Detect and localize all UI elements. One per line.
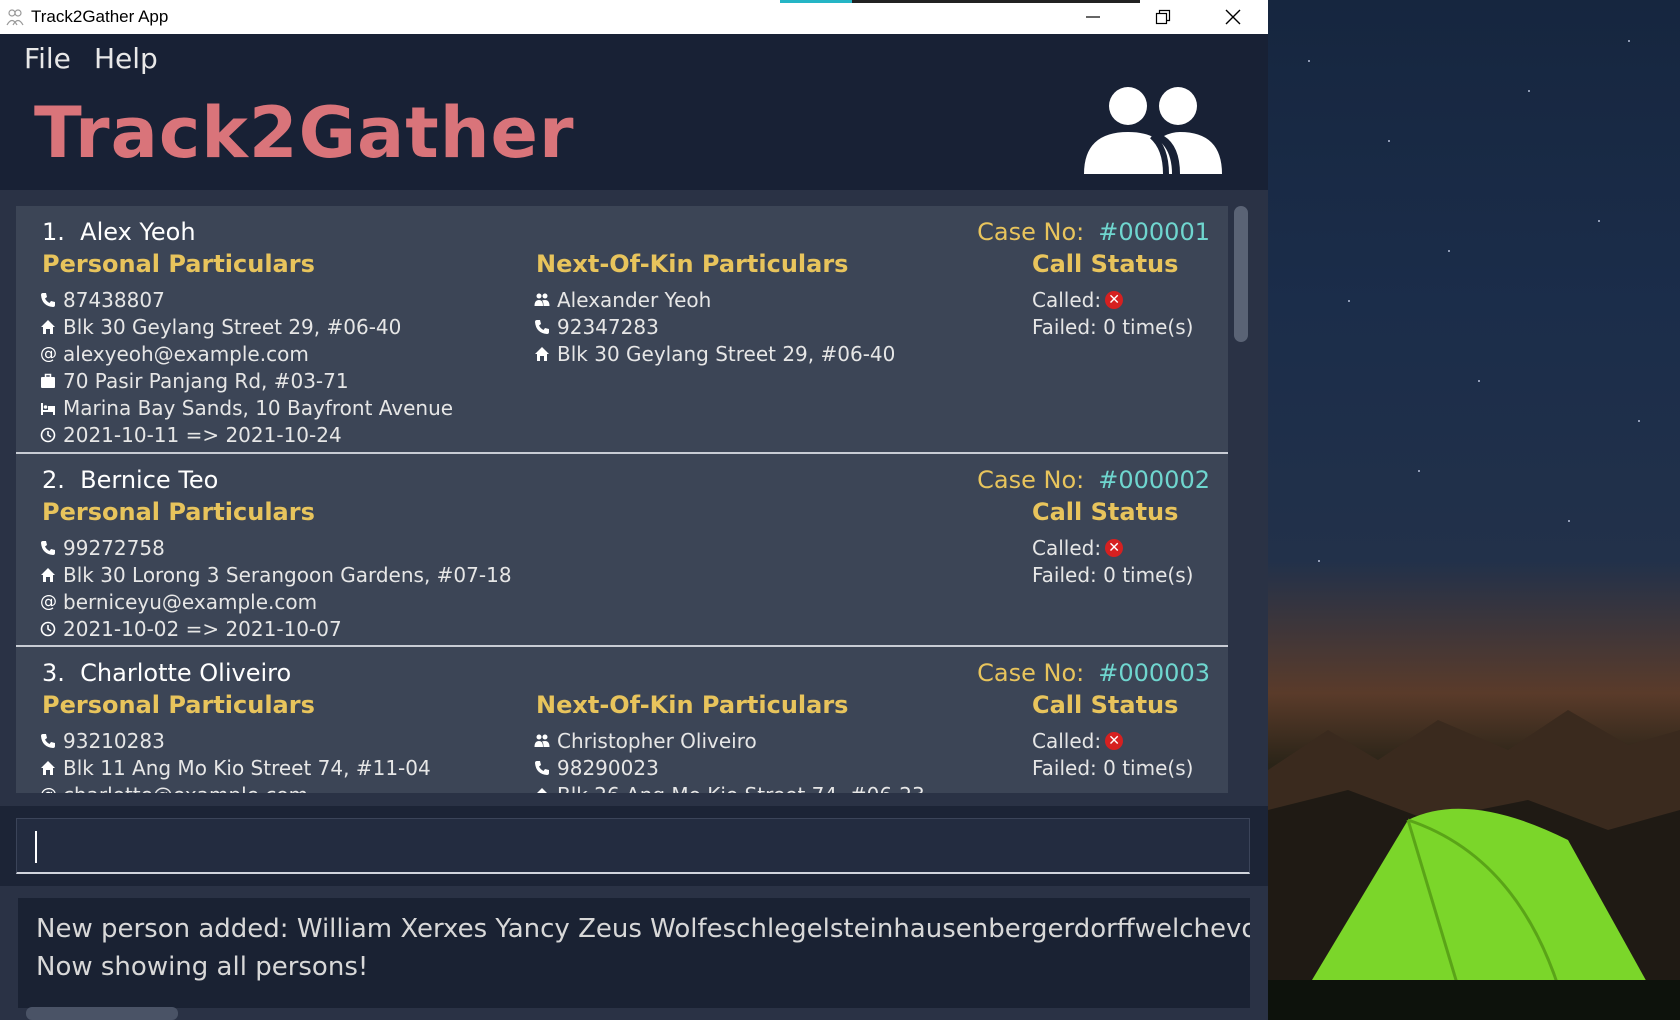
- quarantine-icon: [41, 402, 55, 415]
- email-icon: @: [40, 343, 57, 364]
- phone-icon: [41, 540, 55, 555]
- result-message: New person added: William Xerxes Yancy Z…: [36, 914, 1250, 982]
- group-icon: [1084, 87, 1222, 175]
- phone-icon: [41, 733, 55, 748]
- phone-line: 99272758: [40, 534, 165, 561]
- person-name: 3. Charlotte Oliveiro: [42, 659, 292, 687]
- command-input[interactable]: [16, 818, 1250, 874]
- case-number: Case No: #000003: [977, 659, 1210, 687]
- person-card[interactable]: 1. Alex Yeoh Case No: #000001 Personal Pa…: [16, 206, 1228, 454]
- phone-icon: [535, 319, 549, 334]
- list-scrollbar[interactable]: [1232, 206, 1250, 793]
- home-address-line: Blk 30 Lorong 3 Serangoon Gardens, #07-1…: [40, 561, 512, 588]
- nok-phone-line: 98290023: [534, 754, 659, 781]
- app-title: Track2Gather: [34, 92, 575, 174]
- menu-help[interactable]: Help: [94, 42, 158, 75]
- list-scrollbar-thumb[interactable]: [1234, 206, 1248, 342]
- minimize-button[interactable]: [1058, 0, 1128, 34]
- called-status-line: Called: ✕: [1032, 727, 1124, 754]
- home-icon: [41, 567, 55, 582]
- failed-calls-line: Failed: 0 time(s): [1032, 314, 1194, 339]
- result-horizontal-scrollbar[interactable]: [26, 1007, 178, 1020]
- nok-phone-line: 92347283: [534, 313, 659, 340]
- phone-line: 87438807: [40, 286, 165, 313]
- nok-name-line: Alexander Yeoh: [534, 286, 711, 313]
- close-button[interactable]: [1198, 0, 1268, 34]
- person-card[interactable]: 3. Charlotte Oliveiro Case No: #000003 Pe…: [16, 647, 1228, 793]
- restore-button[interactable]: [1128, 0, 1198, 34]
- next-of-kin-heading: Next-Of-Kin Particulars: [536, 250, 849, 278]
- person-name: 1. Alex Yeoh: [42, 218, 196, 246]
- result-panel: New person added: William Xerxes Yancy Z…: [0, 886, 1268, 1020]
- app-header: Track2Gather: [0, 86, 1268, 190]
- shn-period-line: 2021-10-11 => 2021-10-24: [40, 421, 342, 448]
- case-number: Case No: #000002: [977, 466, 1210, 494]
- phone-icon: [41, 292, 55, 307]
- title-bar[interactable]: Track2Gather App: [0, 0, 1268, 34]
- tent-landscape-image: [1268, 710, 1680, 1020]
- failed-calls-line: Failed: 0 time(s): [1032, 562, 1194, 587]
- minimize-icon: [1086, 16, 1100, 18]
- nok-name-line: Christopher Oliveiro: [534, 727, 757, 754]
- work-icon: [41, 373, 55, 388]
- call-status-heading: Call Status: [1032, 691, 1179, 719]
- person-list[interactable]: 1. Alex Yeoh Case No: #000001 Personal Pa…: [16, 206, 1228, 793]
- failed-calls-line: Failed: 0 time(s): [1032, 755, 1194, 780]
- person-name: 2. Bernice Teo: [42, 466, 219, 494]
- personal-particulars-heading: Personal Particulars: [42, 250, 315, 278]
- person-card[interactable]: 2. Bernice Teo Case No: #000002 Personal …: [16, 454, 1228, 647]
- menu-bar: File Help: [0, 34, 1268, 86]
- personal-particulars-heading: Personal Particulars: [42, 498, 315, 526]
- text-caret: [35, 831, 37, 863]
- app-icon: [6, 9, 24, 26]
- close-icon: [1225, 9, 1241, 25]
- called-cross-icon: ✕: [1105, 538, 1124, 557]
- called-cross-icon: ✕: [1105, 290, 1124, 309]
- personal-particulars-heading: Personal Particulars: [42, 691, 315, 719]
- app-window: Track2Gather App File Help Track2Gather: [0, 0, 1268, 1020]
- call-status-heading: Call Status: [1032, 250, 1179, 278]
- clock-icon: [40, 621, 56, 636]
- email-line: @ alexyeoh@example.com: [40, 341, 309, 366]
- family-icon: [534, 734, 550, 747]
- next-of-kin-heading: Next-Of-Kin Particulars: [536, 691, 849, 719]
- restore-icon: [1155, 9, 1171, 25]
- home-icon: [41, 760, 55, 775]
- home-icon: [41, 319, 55, 334]
- email-line: @ charlotte@example.com: [40, 781, 308, 794]
- nok-address-line: Blk 26 Ang Mo Kio Street 74, #06-23: [534, 781, 925, 793]
- called-status-line: Called: ✕: [1032, 534, 1124, 561]
- command-panel: [0, 806, 1268, 886]
- clock-icon: [40, 427, 56, 442]
- email-line: @ berniceyu@example.com: [40, 589, 318, 614]
- nok-address-line: Blk 30 Geylang Street 29, #06-40: [534, 340, 895, 367]
- result-display[interactable]: New person added: William Xerxes Yancy Z…: [18, 898, 1250, 1008]
- family-icon: [534, 293, 550, 306]
- phone-line: 93210283: [40, 727, 165, 754]
- home-icon: [535, 346, 549, 361]
- case-number: Case No: #000001: [977, 218, 1210, 246]
- desktop-wallpaper: [1268, 0, 1680, 1020]
- phone-icon: [535, 760, 549, 775]
- email-icon: @: [40, 591, 57, 612]
- window-title: Track2Gather App: [31, 7, 169, 26]
- call-status-heading: Call Status: [1032, 498, 1179, 526]
- home-icon: [536, 787, 548, 793]
- shn-period-line: 2021-10-02 => 2021-10-07: [40, 615, 342, 642]
- menu-file[interactable]: File: [24, 42, 71, 75]
- email-icon: @: [40, 785, 57, 794]
- home-address-line: Blk 11 Ang Mo Kio Street 74, #11-04: [40, 754, 431, 781]
- quarantine-address-line: Marina Bay Sands, 10 Bayfront Avenue: [40, 394, 453, 421]
- person-list-panel: 1. Alex Yeoh Case No: #000001 Personal Pa…: [0, 190, 1268, 806]
- work-address-line: 70 Pasir Panjang Rd, #03-71: [40, 367, 349, 394]
- home-address-line: Blk 30 Geylang Street 29, #06-40: [40, 313, 401, 340]
- called-cross-icon: ✕: [1105, 731, 1124, 750]
- called-status-line: Called: ✕: [1032, 286, 1124, 313]
